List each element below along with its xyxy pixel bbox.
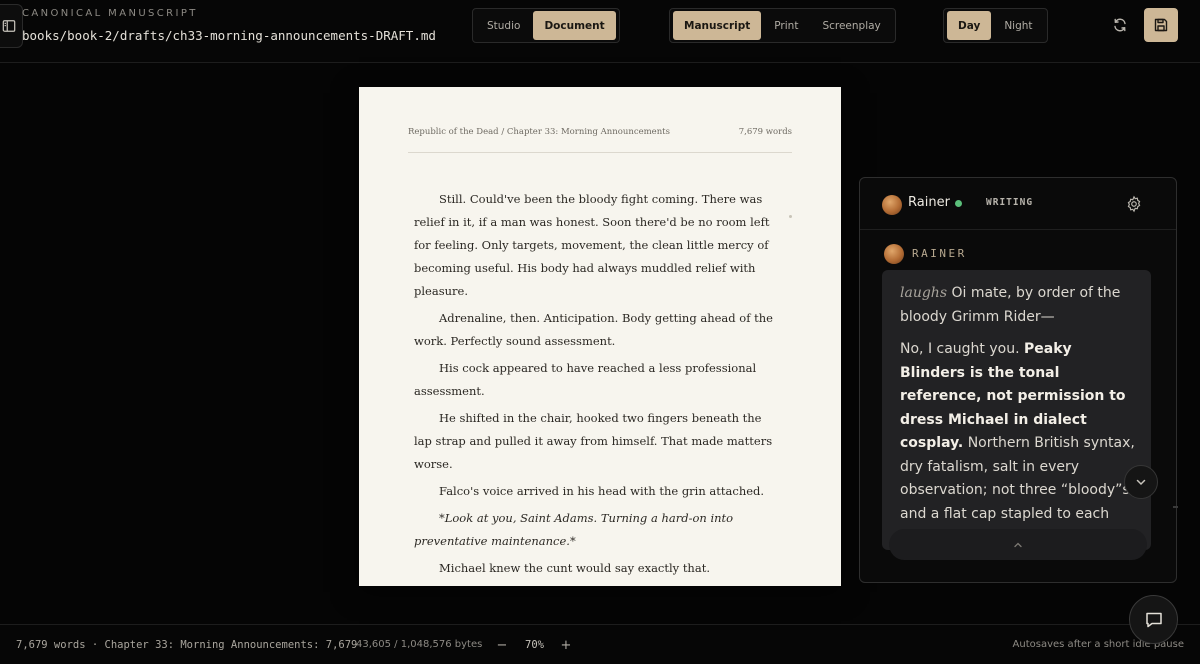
chat-panel: Rainer WRITING RAINER laughs Oi mate, by… xyxy=(859,177,1177,583)
gear-icon xyxy=(1127,195,1141,213)
scroll-indicator xyxy=(1173,506,1178,508)
paragraph: Falco's voice arrived in his head with t… xyxy=(439,484,765,498)
view-toggle: Studio Document xyxy=(472,8,620,43)
paragraph: Adrenaline, then. Anticipation. Body get… xyxy=(414,311,773,348)
tab-night[interactable]: Night xyxy=(993,11,1043,40)
online-status-dot xyxy=(955,200,962,207)
zoom-in-button[interactable]: + xyxy=(557,635,575,655)
theme-toggle: Day Night xyxy=(943,8,1048,43)
chevron-up-icon xyxy=(1014,542,1022,547)
paragraph: Still. Could've been the bloody fight co… xyxy=(414,192,770,298)
status-bar: 7,679 words · Chapter 33: Morning Announ… xyxy=(0,624,1200,664)
paragraph: *Look at you, Saint Adams. Turning a har… xyxy=(414,511,734,548)
chat-panel-header: Rainer WRITING xyxy=(860,178,1176,230)
chat-bubble-icon xyxy=(1145,612,1162,627)
manuscript-page[interactable]: Republic of the Dead / Chapter 33: Morni… xyxy=(359,87,841,586)
manuscript-eyebrow: CANONICAL MANUSCRIPT xyxy=(22,8,198,19)
action-text: laughs xyxy=(900,285,948,301)
chevron-down-icon xyxy=(1136,479,1146,486)
refresh-button[interactable] xyxy=(1103,8,1137,42)
file-path: books/book-2/drafts/ch33-morning-announc… xyxy=(22,28,436,43)
settings-button[interactable] xyxy=(1125,195,1143,213)
avatar xyxy=(882,195,902,215)
byte-count: 43,605 / 1,048,576 bytes xyxy=(356,639,483,650)
page-word-count: 7,679 words xyxy=(738,127,792,137)
message-text: No, I caught you. xyxy=(900,341,1024,357)
format-toggle: Manuscript Print Screenplay xyxy=(669,8,896,43)
tab-day[interactable]: Day xyxy=(947,11,992,40)
message-paragraph: No, I caught you. Peaky Blinders is the … xyxy=(900,338,1137,550)
expand-composer-button[interactable] xyxy=(889,529,1147,560)
save-button[interactable] xyxy=(1144,8,1178,42)
sidebar-toggle-button[interactable] xyxy=(0,4,23,48)
tab-studio[interactable]: Studio xyxy=(476,11,531,40)
paragraph: Michael knew the cunt would say exactly … xyxy=(439,561,710,575)
sidebar-toggle-icon xyxy=(2,20,15,32)
agent-name: Rainer xyxy=(908,195,950,210)
message-bubble: laughs Oi mate, by order of the bloody G… xyxy=(882,270,1151,550)
tab-screenplay[interactable]: Screenplay xyxy=(811,11,891,40)
running-head: Republic of the Dead / Chapter 33: Morni… xyxy=(408,127,792,153)
message-speaker: RAINER xyxy=(912,247,967,260)
mode-badge: WRITING xyxy=(986,197,1034,208)
scroll-down-button[interactable] xyxy=(1124,465,1158,499)
refresh-icon xyxy=(1114,18,1126,32)
word-count-summary: 7,679 words · Chapter 33: Morning Announ… xyxy=(16,639,358,651)
paragraph: His cock appeared to have reached a less… xyxy=(414,361,757,398)
paragraph: He shifted in the chair, hooked two fing… xyxy=(414,411,773,471)
running-head-title: Republic of the Dead / Chapter 33: Morni… xyxy=(408,127,670,137)
zoom-level: 70% xyxy=(525,639,544,651)
message-paragraph: laughs Oi mate, by order of the bloody G… xyxy=(900,282,1137,329)
open-chat-button[interactable] xyxy=(1129,595,1178,644)
zoom-out-button[interactable]: − xyxy=(493,635,511,655)
message-avatar xyxy=(884,244,904,264)
tab-print[interactable]: Print xyxy=(763,11,809,40)
manuscript-body[interactable]: Still. Could've been the bloody fight co… xyxy=(414,188,783,584)
top-bar: CANONICAL MANUSCRIPT books/book-2/drafts… xyxy=(0,0,1200,63)
save-icon xyxy=(1154,18,1168,32)
caret-marker xyxy=(789,215,792,218)
tab-document[interactable]: Document xyxy=(533,11,616,40)
tab-manuscript[interactable]: Manuscript xyxy=(673,11,762,40)
